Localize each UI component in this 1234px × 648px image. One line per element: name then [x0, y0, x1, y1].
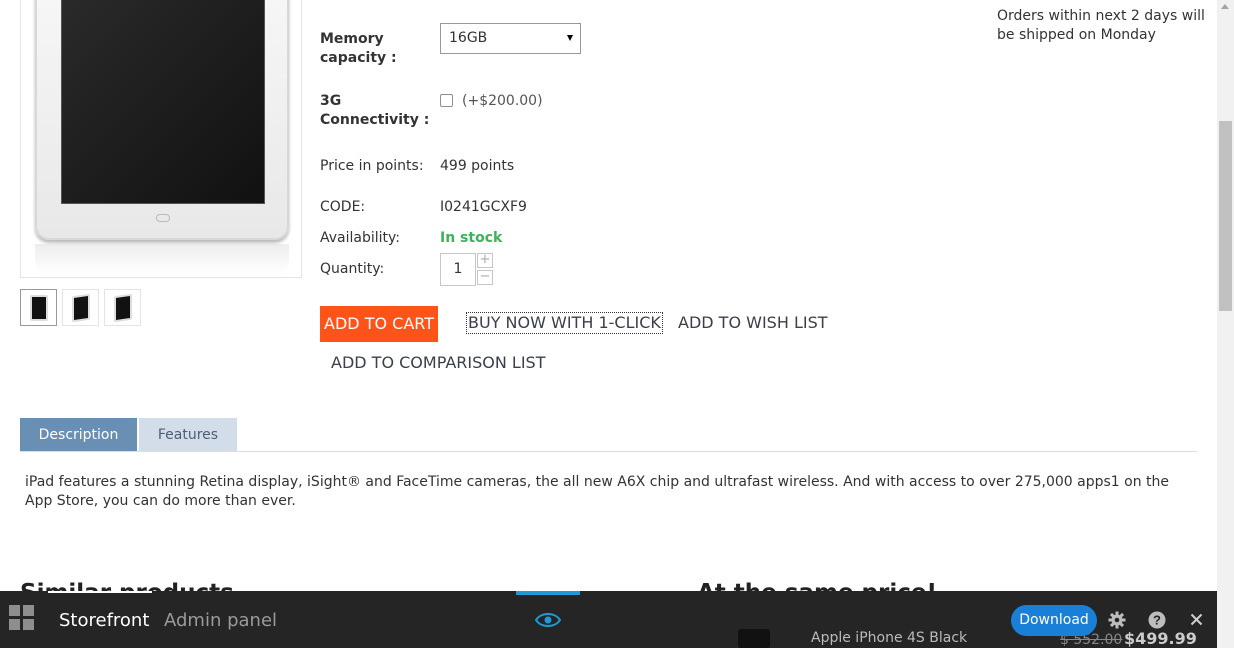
thumbnail-1[interactable]	[20, 289, 57, 326]
availability-value: In stock	[440, 230, 503, 246]
tab-divider	[20, 451, 1197, 452]
thumbnail-3[interactable]	[104, 289, 141, 326]
product-main-image[interactable]	[20, 0, 302, 278]
help-icon[interactable]: ?	[1148, 611, 1166, 629]
quantity-label: Quantity:	[320, 261, 385, 277]
gear-icon[interactable]	[1108, 611, 1126, 629]
quantity-input[interactable]: 1	[440, 253, 476, 286]
connectivity-checkbox[interactable]	[440, 94, 453, 107]
ipad-image	[35, 0, 289, 240]
preview-active-indicator	[516, 591, 580, 595]
memory-select[interactable]: 16GB	[440, 23, 581, 54]
quantity-increase-button[interactable]: +	[477, 253, 493, 268]
eye-icon[interactable]	[535, 611, 561, 629]
admin-panel-link[interactable]: Admin panel	[164, 610, 277, 632]
peek-price: $499.99	[1124, 629, 1197, 648]
storefront-link[interactable]: Storefront	[59, 610, 149, 632]
shipping-note: Orders within next 2 days will be shippe…	[997, 8, 1205, 43]
buy-now-one-click-button[interactable]: BUY NOW WITH 1-CLICK	[466, 312, 663, 334]
bottom-toolbar: Storefront Admin panel Apple iPhone 4S B…	[0, 591, 1217, 648]
add-to-comparison-button[interactable]: ADD TO COMPARISON LIST	[331, 353, 545, 373]
scroll-up-arrow-icon[interactable]	[1221, 4, 1229, 9]
tab-features[interactable]: Features	[139, 418, 237, 452]
code-value: I0241GCXF9	[440, 199, 527, 215]
peek-product-name: Apple iPhone 4S Black	[811, 630, 968, 646]
points-value: 499 points	[440, 158, 515, 174]
add-to-wish-list-button[interactable]: ADD TO WISH LIST	[678, 313, 828, 333]
availability-label: Availability:	[320, 230, 401, 246]
tab-description[interactable]: Description	[20, 418, 137, 452]
quantity-decrease-button[interactable]: −	[477, 270, 493, 285]
peek-product-thumbnail	[738, 629, 770, 648]
memory-select-value: 16GB	[449, 30, 488, 46]
code-label: CODE:	[320, 199, 366, 215]
download-button[interactable]: Download	[1011, 605, 1097, 636]
product-description: iPad features a stunning Retina display,…	[25, 474, 1170, 509]
svg-text:?: ?	[1153, 613, 1161, 628]
memory-label: Memory capacity :	[320, 31, 397, 66]
thumbnail-2[interactable]	[62, 289, 99, 326]
scrollbar-thumb[interactable]	[1219, 121, 1232, 311]
close-icon[interactable]	[1190, 613, 1203, 626]
connectivity-price: (+$200.00)	[462, 93, 543, 109]
page-scrollbar[interactable]	[1217, 0, 1234, 648]
quantity-value: 1	[453, 261, 463, 277]
points-label: Price in points:	[320, 158, 424, 174]
connectivity-label: 3G Connectivity :	[320, 93, 430, 128]
app-grid-icon[interactable]	[9, 605, 37, 633]
select-arrow-icon	[567, 35, 573, 41]
add-to-cart-button[interactable]: ADD TO CART	[320, 306, 438, 342]
